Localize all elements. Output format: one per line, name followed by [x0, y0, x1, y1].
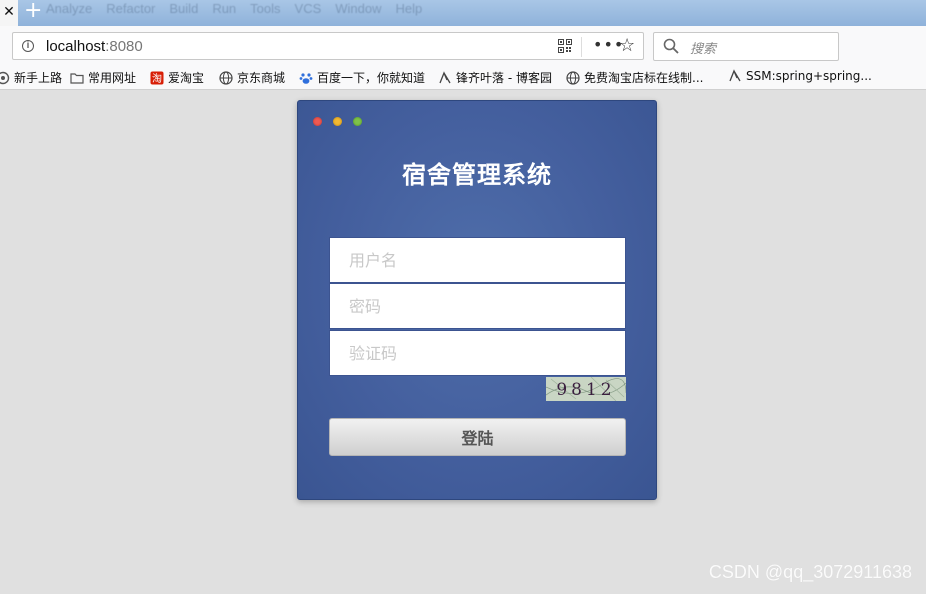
blog-icon: [729, 69, 741, 82]
close-tab-icon[interactable]: ✕: [0, 0, 18, 26]
password-field[interactable]: [329, 283, 626, 329]
bookmark-item[interactable]: 免费淘宝店标在线制...: [566, 69, 703, 86]
background-window-menu: Analyze Refactor Build Run Tools VCS Win…: [46, 1, 422, 16]
bookmark-item[interactable]: SSM:spring+spring...: [728, 69, 872, 83]
menu-item: Refactor: [106, 1, 156, 16]
bookmark-item[interactable]: 京东商城: [219, 69, 285, 86]
search-bar[interactable]: 搜索: [653, 32, 839, 61]
taobao-icon: 淘: [150, 71, 164, 85]
captcha-field[interactable]: [329, 330, 626, 376]
captcha-code: 9812: [556, 380, 616, 400]
url-text[interactable]: localhost:8080: [46, 38, 143, 55]
qr-code-icon[interactable]: [558, 39, 572, 53]
bookmark-item[interactable]: 淘 爱淘宝: [150, 69, 204, 86]
menu-item: Analyze: [46, 1, 93, 16]
menu-item: Window: [335, 1, 382, 16]
bookmark-label: 免费淘宝店标在线制...: [584, 71, 704, 85]
bookmark-item[interactable]: 百度一下，你就知道: [299, 69, 425, 86]
globe-icon: [219, 70, 233, 85]
login-button[interactable]: 登陆: [329, 418, 626, 456]
search-icon: [663, 38, 679, 54]
baidu-paw-icon: [299, 72, 313, 84]
blog-icon: [439, 70, 451, 83]
globe-icon: [566, 70, 580, 85]
info-icon[interactable]: i: [22, 40, 34, 52]
captcha-image[interactable]: 9812: [546, 377, 626, 401]
tab-strip: ✕ + Analyze Refactor Build Run Tools VCS…: [0, 0, 926, 26]
search-placeholder: 搜索: [690, 42, 717, 57]
bookmark-label: 京东商城: [237, 71, 286, 85]
bookmark-label: 新手上路: [14, 71, 63, 85]
menu-item: Build: [169, 1, 199, 16]
menu-item: Tools: [250, 1, 281, 16]
captcha-input[interactable]: [330, 331, 625, 375]
username-field[interactable]: [329, 237, 626, 283]
url-bar[interactable]: i localhost:8080 ••• ☆: [12, 32, 644, 60]
window-minimize-dot[interactable]: [333, 117, 342, 126]
bookmark-label: 锋齐叶落 - 博客园: [456, 71, 552, 85]
window-close-dot[interactable]: [313, 117, 322, 126]
login-panel: 宿舍管理系统 9812 登陆: [297, 100, 657, 500]
bookmarks-toolbar: 新手上路 常用网址 淘 爱淘宝 京东商城 百度一下，你就知道 锋齐叶落 - 博客…: [0, 66, 926, 90]
password-input[interactable]: [330, 284, 625, 328]
bookmark-label: SSM:spring+spring...: [746, 69, 872, 83]
nav-bar: i localhost:8080 ••• ☆ 搜索: [0, 26, 926, 66]
menu-item: VCS: [294, 1, 322, 16]
bookmark-label: 百度一下，你就知道: [317, 71, 426, 85]
url-host: localhost: [46, 38, 106, 55]
bookmark-item[interactable]: 锋齐叶落 - 博客园: [438, 69, 552, 86]
username-input[interactable]: [330, 238, 625, 282]
bookmark-item[interactable]: 常用网址: [70, 69, 136, 86]
new-tab-icon[interactable]: +: [24, 0, 42, 24]
bookmark-label: 爱淘宝: [168, 71, 205, 85]
bookmark-star-icon[interactable]: ☆: [619, 35, 635, 56]
window-maximize-dot[interactable]: [353, 117, 362, 126]
menu-item: Help: [395, 1, 423, 16]
url-separator: [581, 37, 582, 57]
url-port: :8080: [105, 38, 143, 55]
bookmark-item[interactable]: 新手上路: [0, 69, 62, 86]
csdn-watermark: CSDN @qq_3072911638: [708, 562, 912, 582]
firefox-icon: [0, 71, 10, 84]
folder-icon: [70, 72, 84, 84]
bookmark-label: 常用网址: [88, 71, 137, 85]
login-title: 宿舍管理系统: [402, 161, 552, 189]
menu-item: Run: [212, 1, 237, 16]
svg-text:淘: 淘: [152, 72, 162, 85]
